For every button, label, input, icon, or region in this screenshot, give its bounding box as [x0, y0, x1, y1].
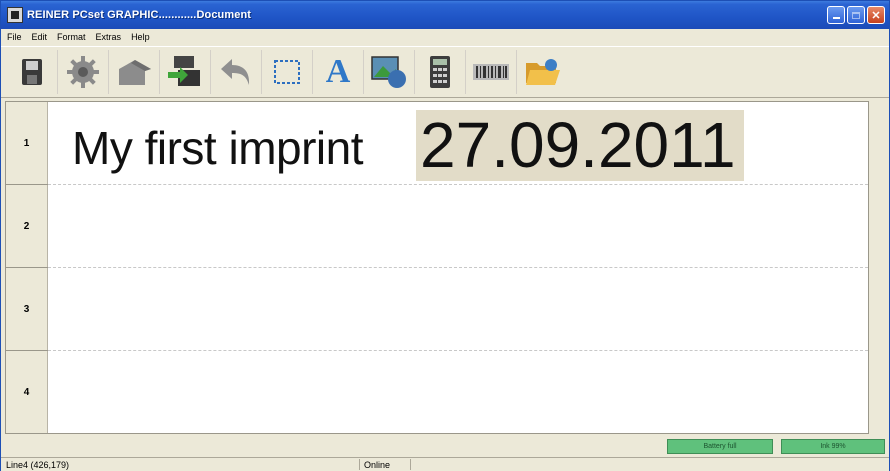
undo-icon: [221, 59, 250, 85]
calculator-button[interactable]: [415, 50, 466, 94]
line-number: 4: [6, 351, 48, 433]
menu-file[interactable]: File: [1, 32, 27, 42]
minimize-icon: [832, 17, 840, 19]
imprint-line-1[interactable]: 1 My first imprint 27.09.2011: [6, 102, 868, 185]
minimize-button[interactable]: [827, 6, 845, 24]
menu-format[interactable]: Format: [52, 32, 91, 42]
close-icon: ✕: [871, 9, 881, 22]
battery-indicator: Battery full: [667, 439, 773, 454]
imprint-line-4[interactable]: 4: [6, 351, 868, 433]
maximize-button[interactable]: [847, 6, 865, 24]
imprint-text[interactable]: My first imprint: [72, 121, 364, 175]
window-title: REINER PCset GRAPHIC............Document: [27, 9, 252, 21]
imprint-document[interactable]: 1 My first imprint 27.09.2011 2 3 4: [5, 101, 869, 434]
menu-edit[interactable]: Edit: [27, 32, 53, 42]
image-tool-button[interactable]: [364, 50, 415, 94]
right-frame: [869, 101, 889, 434]
imprint-date-field[interactable]: 27.09.2011: [416, 110, 744, 181]
close-button[interactable]: ✕: [867, 6, 885, 24]
menu-help[interactable]: Help: [126, 32, 155, 42]
maximize-icon: [852, 11, 860, 19]
menu-extras[interactable]: Extras: [91, 32, 127, 42]
undo-button[interactable]: [211, 50, 262, 94]
imprint-line-2[interactable]: 2: [6, 185, 868, 268]
selection-frame-icon: [274, 60, 300, 84]
home-icon: [119, 60, 151, 85]
app-window: REINER PCset GRAPHIC............Document…: [0, 0, 890, 471]
status-divider: [410, 459, 411, 470]
line-number: 1: [6, 102, 48, 185]
barcode-button[interactable]: [466, 50, 517, 94]
line-number: 2: [6, 185, 48, 268]
text-tool-button[interactable]: A: [313, 50, 364, 94]
title-bar[interactable]: REINER PCset GRAPHIC............Document…: [1, 1, 889, 29]
settings-button[interactable]: [58, 50, 109, 94]
text-tool-icon: A: [325, 53, 351, 90]
connection-status: Online: [364, 459, 391, 470]
print-transfer-icon: [168, 56, 200, 86]
image-tool-icon: [371, 56, 406, 88]
calculator-icon: [430, 56, 450, 88]
settings-gear-icon: [67, 56, 99, 88]
toolbar: A: [1, 46, 889, 98]
home-button[interactable]: [109, 50, 160, 94]
device-indicators: Battery full Ink 99%: [1, 439, 889, 455]
cursor-position: Line4 (426,179): [6, 459, 70, 470]
line-number: 3: [6, 268, 48, 351]
menu-bar: File Edit Format Extras Help: [1, 29, 889, 45]
ink-indicator: Ink 99%: [781, 439, 885, 454]
barcode-icon: [473, 64, 509, 80]
status-bar: Line4 (426,179) Online: [1, 457, 889, 471]
open-folder-button[interactable]: [517, 50, 568, 94]
imprint-line-3[interactable]: 3: [6, 268, 868, 351]
status-divider: [359, 459, 360, 470]
window-controls: ✕: [827, 6, 885, 24]
save-icon: [22, 59, 42, 85]
select-frame-button[interactable]: [262, 50, 313, 94]
app-icon[interactable]: [7, 7, 23, 23]
open-folder-icon: [525, 59, 560, 85]
save-button[interactable]: [7, 50, 58, 94]
print-transfer-button[interactable]: [160, 50, 211, 94]
